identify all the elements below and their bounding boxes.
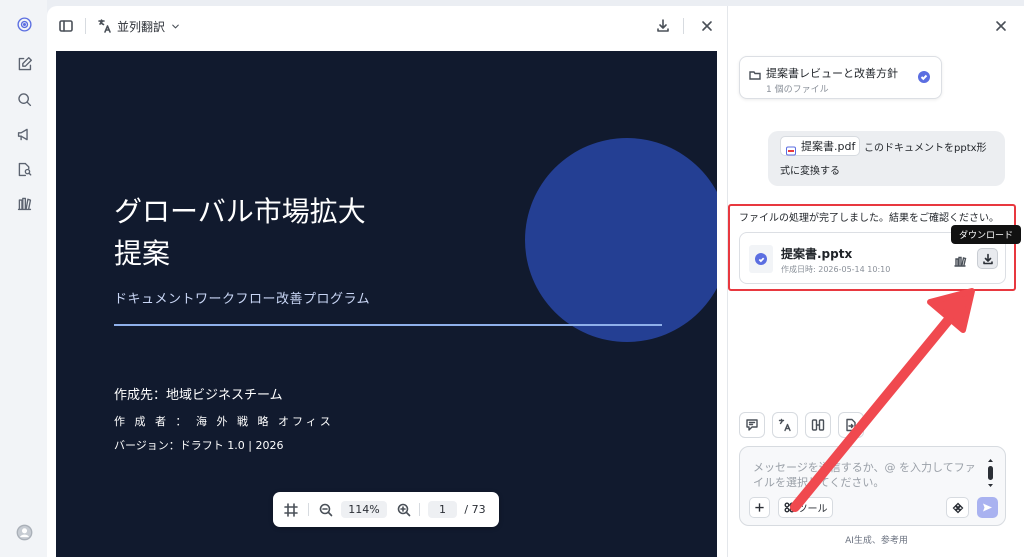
translate-button[interactable] [772,412,798,438]
send-icon [983,503,992,512]
close-icon[interactable] [698,16,716,36]
plus-icon [755,503,764,512]
library-icon[interactable] [953,253,967,267]
download-tooltip: ダウンロード [951,225,1021,244]
user-message-text-line1: このドキュメントをpptx形 [864,143,987,154]
document-toolbar: 並列翻訳 [47,6,727,46]
message-input-placeholder: メッセージを送信するか、@ を入力してファイルを選択してください。 [753,461,976,489]
tools-icon [784,502,794,513]
result-file-date: 作成日時: 2026-05-14 10:10 [781,265,891,274]
toolbar-divider [683,18,684,34]
app-logo-icon[interactable] [14,14,34,34]
convert-button[interactable] [838,412,864,438]
chevron-down-icon [172,24,179,28]
download-icon[interactable] [654,16,672,36]
download-icon [982,253,993,264]
download-button[interactable] [977,248,998,269]
page-number-input[interactable]: 1 [428,501,457,518]
translate-icon [98,19,111,33]
close-panel-icon[interactable] [993,18,1009,34]
zoom-divider [308,503,309,516]
search-icon[interactable] [14,89,34,109]
user-message-text-line2: 式に変換する [780,166,840,177]
task-subtitle: 1 個のファイル [766,85,829,95]
pdf-file-icon [786,141,796,156]
tools-label: ツール [797,504,828,515]
slide-title-line2: 提案 [114,237,171,270]
folder-icon [749,66,761,80]
file-search-icon[interactable] [14,159,34,179]
toolbar-divider [85,18,86,34]
apps-icon [952,502,963,513]
task-title: 提案書レビューと改善方針 [766,67,898,80]
sidebar-toggle-icon[interactable] [57,16,75,36]
result-file-name: 提案書.pptx [781,247,853,261]
slide-subtitle: ドキュメントワークフロー改善プログラム [114,292,371,307]
user-avatar-icon[interactable] [14,522,34,542]
convert-icon [846,418,856,432]
message-input[interactable]: メッセージを送信するか、@ を入力してファイルを選択してください。 ツール [739,446,1006,526]
slide-version: バージョン：ドラフト 1.0 | 2026 [114,439,284,452]
task-card[interactable]: 提案書レビューと改善方針 1 個のファイル [739,56,942,99]
check-icon [755,253,767,265]
zoom-level[interactable]: 114% [341,501,387,518]
slide-preview: グローバル市場拡大 提案 ドキュメントワークフロー改善プログラム 作成先：地域ビ… [56,51,717,557]
new-chat-icon[interactable] [14,54,34,74]
apps-button[interactable] [946,497,969,518]
attached-file-name: 提案書.pdf [801,140,856,153]
summarize-icon [746,419,758,431]
translate-icon [778,418,791,432]
zoom-out-icon[interactable] [317,501,334,518]
slide-divider [114,324,662,326]
library-icon[interactable] [14,193,34,213]
check-icon [918,71,930,83]
send-button[interactable] [977,497,998,518]
slide-recipient: 作成先：地域ビジネスチーム [114,388,283,403]
slide-title-line1: グローバル市場拡大 [114,195,366,228]
ai-disclaimer: AI生成、参考用 [845,536,908,546]
page-total: / 73 [464,503,486,516]
zoom-toolbar: 114% 1 / 73 [273,492,499,527]
left-rail [0,0,47,557]
zoom-in-icon[interactable] [395,501,412,518]
input-scrollbar[interactable] [988,459,993,487]
translate-dropdown[interactable]: 並列翻訳 [97,16,181,36]
user-message: 提案書.pdf このドキュメントをpptx形 式に変換する [768,131,1005,186]
fit-page-icon[interactable] [282,501,299,518]
megaphone-icon[interactable] [14,124,34,144]
slide-title: グローバル市場拡大 提案 [114,191,444,275]
translate-label: 並列翻訳 [117,19,166,34]
compare-icon [811,419,825,431]
chat-pane: 提案書レビューと改善方針 1 個のファイル 提案書.pdf このドキュメントをp… [727,6,1024,557]
decorative-circle [525,138,717,342]
add-attachment-button[interactable] [749,497,770,518]
zoom-divider [419,503,420,516]
document-pane: 並列翻訳 グローバル市場拡大 提案 ドキュメントワークフロー改善プログラム 作成… [47,6,727,557]
summarize-button[interactable] [739,412,765,438]
file-thumbnail [749,245,773,273]
compare-button[interactable] [805,412,831,438]
attached-file-chip[interactable]: 提案書.pdf [780,136,860,156]
slide-author: 作 成 者 ： 海 外 戦 略 オフィス [114,415,334,428]
scrollbar-thumb[interactable] [988,466,993,480]
tools-button[interactable]: ツール [778,497,833,518]
